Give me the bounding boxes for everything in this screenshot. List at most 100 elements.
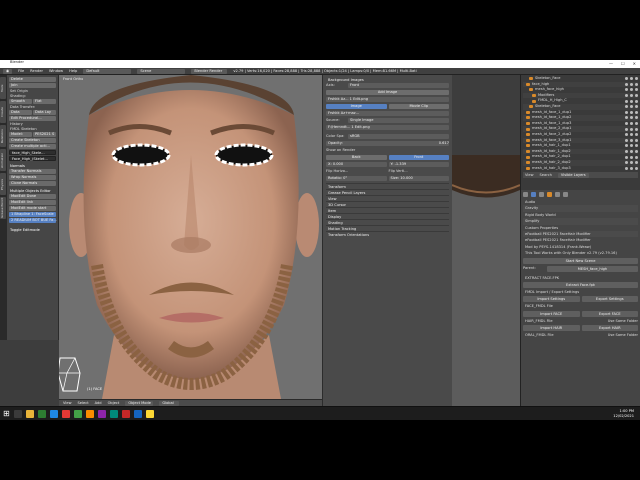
uv-image-area[interactable]	[452, 155, 520, 406]
cursor-icon[interactable]	[630, 82, 633, 86]
camera-icon[interactable]	[635, 144, 638, 148]
search-icon[interactable]	[13, 409, 22, 418]
import-settings-button[interactable]: Import Settings	[523, 296, 580, 303]
cursor-icon[interactable]	[630, 94, 633, 98]
camera-icon[interactable]	[635, 110, 638, 114]
flip-vertical-checkbox[interactable]: Flip Verti...	[389, 169, 450, 174]
export-settings-button[interactable]: Export Settings	[581, 296, 638, 303]
tab-relations[interactable]: Relations	[0, 125, 6, 147]
menu-file[interactable]: File	[18, 69, 24, 74]
toolshelf-button[interactable]: Data	[9, 110, 32, 115]
file-explorer-icon[interactable]	[25, 409, 34, 418]
back-toggle[interactable]: Back	[326, 155, 387, 160]
front-toggle[interactable]: Front	[388, 155, 449, 160]
toolshelf-button[interactable]: Face_High_(Skelet...	[9, 156, 56, 161]
world-tab-icon[interactable]	[539, 191, 544, 197]
add-image-button[interactable]: Add Image	[326, 90, 449, 95]
image-datablock[interactable]: Frshkk Az+maz...	[326, 111, 449, 116]
color-space-select[interactable]: sRGB	[348, 134, 449, 139]
cursor-icon[interactable]	[630, 166, 633, 170]
close-icon[interactable]: ✕	[633, 61, 636, 66]
cursor-icon[interactable]	[630, 88, 633, 92]
app-icon-9[interactable]	[145, 409, 154, 418]
menu-select[interactable]: Select	[78, 401, 89, 406]
modifier-tab-icon[interactable]	[555, 191, 560, 197]
camera-icon[interactable]	[635, 94, 638, 98]
menu-object[interactable]: Object	[108, 401, 120, 406]
export-face-button[interactable]: Export FACE	[581, 310, 638, 317]
menu-window[interactable]: Window	[49, 69, 63, 74]
eye-icon[interactable]	[625, 88, 628, 92]
show-on-render-checkbox[interactable]: Show on Render	[326, 148, 355, 153]
mode-selector[interactable]: Object Mode	[125, 400, 154, 406]
camera-icon[interactable]	[635, 155, 638, 159]
app-icon-7[interactable]	[121, 409, 130, 418]
cursor-icon[interactable]	[630, 110, 633, 114]
scene-selector[interactable]: Scene	[137, 68, 186, 74]
axis-select[interactable]: Front	[348, 83, 449, 88]
background-image-entry[interactable]: Frshkk Az... 1 Edit.png	[326, 97, 449, 102]
offset-x-field[interactable]: X: 0.000	[326, 162, 387, 167]
menu-add[interactable]: Add	[95, 401, 102, 406]
eye-icon[interactable]	[625, 155, 628, 159]
toolshelf-button[interactable]: PES2021 S	[33, 132, 56, 137]
app-icon-3[interactable]	[61, 409, 70, 418]
render-engine-selector[interactable]: Blender Render	[191, 68, 228, 74]
eye-icon[interactable]	[625, 82, 628, 86]
npanel-section-header[interactable]: Transform Orientations	[326, 231, 449, 237]
scene-tab-icon[interactable]	[531, 191, 536, 197]
camera-icon[interactable]	[635, 122, 638, 126]
blender-logo-icon[interactable]: ◉	[3, 68, 13, 74]
export-hair-button[interactable]: Export HAIR	[581, 325, 638, 332]
import-hair-button[interactable]: Import HAIR	[523, 325, 580, 332]
selected-item-2[interactable]: 2 READIUM BOT BUE Fa...	[9, 218, 57, 223]
maximize-icon[interactable]: ☐	[621, 61, 625, 66]
toolshelf-button[interactable]: Create multiple acti...	[9, 144, 56, 149]
system-clock[interactable]: 1:00 PM 12/02/2021	[613, 409, 640, 418]
image-tab[interactable]: Image	[326, 104, 387, 109]
toggle-editmode-header[interactable]: Toggle Editmode	[9, 227, 56, 233]
app-icon-1[interactable]	[37, 409, 46, 418]
eye-icon[interactable]	[625, 161, 628, 165]
file-path-field[interactable]: F:\Hernndt... 1 Edit.png	[326, 125, 449, 130]
tab-create[interactable]: Create	[0, 101, 6, 123]
eye-icon[interactable]	[625, 133, 628, 137]
menu-render[interactable]: Render	[30, 69, 43, 74]
outliner-view-menu[interactable]: View	[525, 173, 534, 178]
parent-select[interactable]: MESH_face_high	[547, 265, 638, 272]
eye-icon[interactable]	[625, 94, 628, 98]
selected-item-1[interactable]: 1 Bhapline 1: FaceScale	[9, 212, 56, 217]
camera-icon[interactable]	[635, 138, 638, 142]
source-select[interactable]: Single Image	[348, 118, 449, 123]
start-new-scene-button[interactable]: Start New Scene	[523, 257, 638, 264]
cursor-icon[interactable]	[630, 133, 633, 137]
modedit-done-button[interactable]: ModEdit Done	[9, 194, 56, 199]
tab-grease-pencil[interactable]: Grease Pencil	[0, 197, 6, 219]
eye-icon[interactable]	[625, 122, 628, 126]
cursor-icon[interactable]	[630, 116, 633, 120]
toolshelf-button[interactable]: Data Lay	[33, 110, 56, 115]
eye-icon[interactable]	[625, 150, 628, 154]
blender-taskbar-icon[interactable]	[85, 409, 94, 418]
cursor-icon[interactable]	[630, 122, 633, 126]
cursor-icon[interactable]	[630, 77, 633, 81]
camera-icon[interactable]	[635, 88, 638, 92]
camera-icon[interactable]	[635, 77, 638, 81]
cursor-icon[interactable]	[630, 105, 633, 109]
eye-icon[interactable]	[625, 105, 628, 109]
camera-icon[interactable]	[635, 99, 638, 103]
eye-icon[interactable]	[625, 99, 628, 103]
toolshelf-button[interactable]: Flat	[33, 99, 56, 104]
modedit-link-button[interactable]: ModEdit link	[9, 200, 56, 205]
size-field[interactable]: Size: 10.000	[388, 176, 449, 181]
camera-icon[interactable]	[635, 133, 638, 137]
offset-y-field[interactable]: Y: -1.339	[388, 162, 449, 167]
camera-icon[interactable]	[635, 127, 638, 131]
eye-icon[interactable]	[625, 77, 628, 81]
camera-icon[interactable]	[635, 105, 638, 109]
outliner-search-menu[interactable]: Search	[540, 173, 552, 178]
rotation-field[interactable]: Rotatio: 0°	[326, 176, 387, 181]
toolshelf-button[interactable]: Delete	[9, 77, 56, 82]
toolshelf-button[interactable]: face_High_Skele...	[9, 150, 56, 155]
wrap-normals-button[interactable]: Wrap Normals	[9, 175, 56, 180]
